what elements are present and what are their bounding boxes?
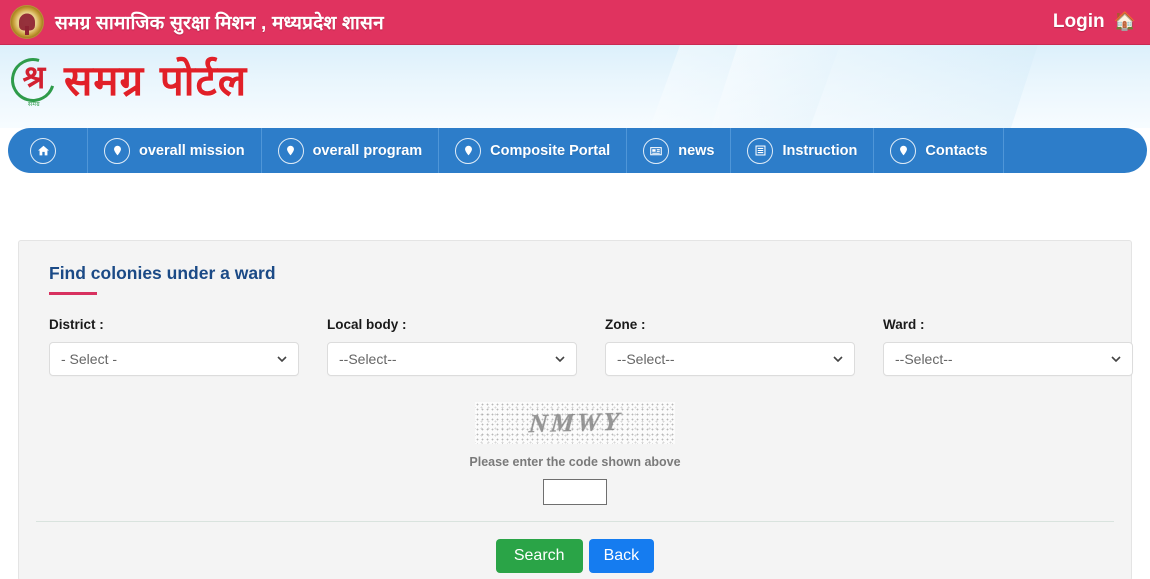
zone-select[interactable]: --Select-- — [605, 342, 855, 376]
map-marker-icon — [890, 137, 917, 164]
find-colonies-card: Find colonies under a ward District : - … — [18, 240, 1133, 579]
portal-header-band: श्र समग्र समग्र पोर्टल — [0, 45, 1150, 128]
ward-select[interactable]: --Select-- — [883, 342, 1133, 376]
field-district: District : - Select - — [49, 317, 299, 376]
section-divider — [36, 521, 1114, 522]
nav-label-overall-mission: overall mission — [139, 142, 245, 159]
local-body-select-value: --Select-- — [339, 351, 397, 367]
label-local-body: Local body : — [327, 317, 407, 332]
nav-item-instruction[interactable]: Instruction — [731, 128, 875, 173]
nav-item-overall-mission[interactable]: overall mission — [88, 128, 262, 173]
logo-subtext: समग्र — [28, 101, 40, 108]
field-zone: Zone : --Select-- — [605, 317, 855, 376]
local-body-select[interactable]: --Select-- — [327, 342, 577, 376]
newspaper-icon — [643, 137, 670, 164]
login-area[interactable]: Login 🏠 — [1053, 11, 1136, 33]
captcha-code-text: NMWY — [527, 406, 623, 439]
field-ward: Ward : --Select-- — [883, 317, 1133, 376]
label-zone: Zone : — [605, 317, 646, 332]
page-title: Find colonies under a ward — [49, 263, 276, 283]
nav-item-composite-portal[interactable]: Composite Portal — [439, 128, 628, 173]
top-header-bar: समग्र सामाजिक सुरक्षा मिशन , मध्यप्रदेश … — [0, 0, 1150, 45]
label-ward: Ward : — [883, 317, 925, 332]
captcha-input[interactable] — [543, 479, 607, 505]
nav-item-home[interactable] — [8, 128, 88, 173]
nav-label-contacts: Contacts — [925, 142, 988, 159]
navigation-wrapper: overall mission overall program Composit… — [0, 128, 1150, 186]
chevron-down-icon — [833, 356, 843, 362]
nav-item-news[interactable]: news — [627, 128, 732, 173]
nav-empty-space — [1004, 128, 1147, 173]
nav-label-instruction: Instruction — [782, 142, 858, 159]
nav-item-contacts[interactable]: Contacts — [874, 128, 1005, 173]
captcha-area: NMWY Please enter the code shown above — [35, 402, 1115, 505]
location-pin-icon — [104, 137, 130, 164]
nav-label-composite-portal: Composite Portal — [490, 142, 611, 159]
mp-government-emblem-icon — [10, 5, 44, 39]
location-pin-icon — [277, 137, 304, 164]
portal-title: समग्र पोर्टल — [64, 56, 248, 105]
search-filters: District : - Select - Local body : --Sel… — [35, 317, 1133, 376]
nav-label-news: news — [678, 142, 715, 159]
government-title: समग्र सामाजिक सुरक्षा मिशन , मध्यप्रदेश … — [55, 13, 384, 34]
logo-glyph: श्र — [22, 58, 46, 96]
field-local-body: Local body : --Select-- — [327, 317, 577, 376]
home-icon[interactable]: 🏠 — [1114, 12, 1136, 30]
captcha-instruction: Please enter the code shown above — [469, 455, 681, 469]
samagra-logo-icon: श्र समग्र — [3, 50, 63, 110]
zone-select-value: --Select-- — [617, 351, 675, 367]
login-link[interactable]: Login — [1053, 11, 1105, 33]
page-content: Find colonies under a ward District : - … — [0, 240, 1150, 579]
label-district: District : — [49, 317, 104, 332]
nav-label-overall-program: overall program — [312, 142, 423, 159]
chevron-down-icon — [277, 356, 287, 362]
nav-item-overall-program[interactable]: overall program — [262, 128, 440, 173]
ward-select-value: --Select-- — [895, 351, 953, 367]
captcha-image: NMWY — [475, 402, 675, 444]
action-buttons: Search Back — [35, 539, 1115, 573]
chevron-down-icon — [1111, 356, 1121, 362]
list-icon — [747, 137, 774, 164]
location-pin-icon — [455, 137, 482, 164]
home-icon — [30, 137, 56, 164]
chevron-down-icon — [555, 356, 565, 362]
district-select[interactable]: - Select - — [49, 342, 299, 376]
search-button[interactable]: Search — [495, 539, 583, 573]
portal-brand[interactable]: श्र समग्र समग्र पोर्टल — [3, 50, 248, 110]
main-navigation: overall mission overall program Composit… — [8, 128, 1147, 173]
back-button[interactable]: Back — [588, 539, 655, 573]
district-select-value: - Select - — [61, 351, 118, 367]
title-underline — [49, 292, 97, 295]
